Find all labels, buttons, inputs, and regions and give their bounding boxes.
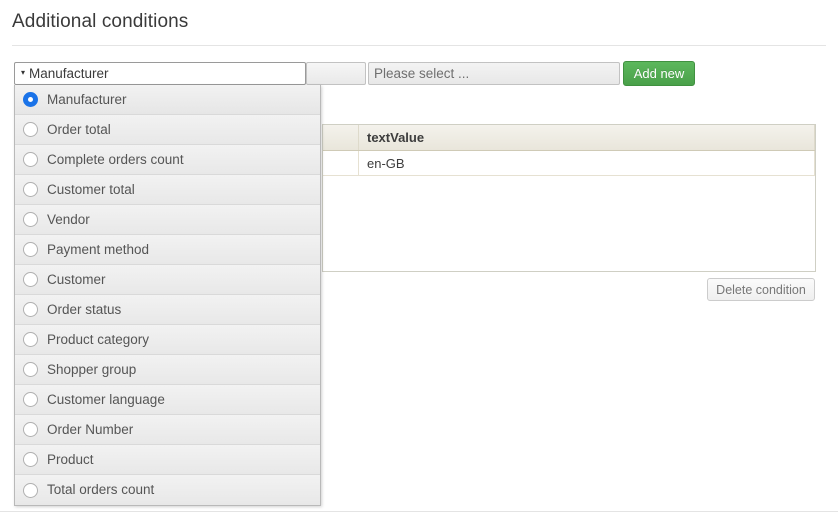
dropdown-item[interactable]: Order total bbox=[15, 115, 320, 145]
radio-unchecked-icon[interactable] bbox=[23, 482, 38, 498]
dropdown-item-label: Order status bbox=[47, 301, 122, 317]
add-new-button-label: Add new bbox=[633, 66, 685, 81]
title-divider bbox=[12, 45, 826, 46]
condition-value-select[interactable]: Please select ... bbox=[368, 62, 620, 85]
radio-unchecked-icon[interactable] bbox=[23, 152, 38, 167]
dropdown-item[interactable]: Vendor bbox=[15, 205, 320, 235]
table-header-row: textValue bbox=[323, 125, 815, 151]
dropdown-item-label: Customer bbox=[47, 271, 106, 287]
dropdown-item-label: Manufacturer bbox=[47, 91, 127, 107]
dropdown-item-label: Order total bbox=[47, 121, 111, 137]
radio-unchecked-icon[interactable] bbox=[23, 122, 38, 137]
chevron-down-icon: ▾ bbox=[21, 67, 26, 77]
dropdown-item[interactable]: Order status bbox=[15, 295, 320, 325]
table-cell-textvalue: en-GB bbox=[358, 150, 815, 176]
delete-condition-button[interactable]: Delete condition bbox=[707, 278, 815, 301]
dropdown-item-label: Vendor bbox=[47, 211, 90, 227]
dropdown-item-label: Order Number bbox=[47, 421, 134, 437]
condition-type-select-value: Manufacturer bbox=[29, 66, 109, 81]
dropdown-item[interactable]: Complete orders count bbox=[15, 145, 320, 175]
dropdown-item-label: Complete orders count bbox=[47, 151, 184, 167]
dropdown-item[interactable]: Total orders count bbox=[15, 475, 320, 505]
dropdown-item[interactable]: Order Number bbox=[15, 415, 320, 445]
page-title: Additional conditions bbox=[12, 11, 189, 32]
condition-operator-select[interactable] bbox=[306, 62, 366, 85]
table-row[interactable]: en-GB bbox=[323, 150, 815, 176]
radio-unchecked-icon[interactable] bbox=[23, 242, 38, 257]
dropdown-item-label: Product bbox=[47, 451, 94, 467]
dropdown-item-label: Total orders count bbox=[47, 482, 155, 498]
delete-condition-button-label: Delete condition bbox=[716, 282, 806, 297]
radio-unchecked-icon[interactable] bbox=[23, 362, 38, 377]
radio-unchecked-icon[interactable] bbox=[23, 392, 38, 407]
table-header-select bbox=[323, 125, 359, 151]
add-new-button[interactable]: Add new bbox=[623, 61, 695, 86]
radio-unchecked-icon[interactable] bbox=[23, 452, 38, 467]
dropdown-item[interactable]: Customer bbox=[15, 265, 320, 295]
condition-type-dropdown[interactable]: Manufacturer Order total Complete orders c… bbox=[14, 85, 321, 506]
condition-value-select-value: Please select ... bbox=[374, 66, 470, 81]
dropdown-item[interactable]: Shopper group bbox=[15, 355, 320, 385]
radio-unchecked-icon[interactable] bbox=[23, 332, 38, 347]
radio-unchecked-icon[interactable] bbox=[23, 422, 38, 437]
dropdown-item[interactable]: Customer total bbox=[15, 175, 320, 205]
radio-unchecked-icon[interactable] bbox=[23, 272, 38, 287]
radio-unchecked-icon[interactable] bbox=[23, 182, 38, 197]
bottom-divider bbox=[0, 511, 838, 512]
radio-checked-icon[interactable] bbox=[23, 92, 38, 107]
dropdown-item-label: Product category bbox=[47, 331, 150, 347]
radio-unchecked-icon[interactable] bbox=[23, 212, 38, 227]
dropdown-item[interactable]: Customer language bbox=[15, 385, 320, 415]
radio-unchecked-icon[interactable] bbox=[23, 302, 38, 317]
dropdown-item-label: Payment method bbox=[47, 241, 150, 257]
dropdown-item-label: Shopper group bbox=[47, 361, 137, 377]
condition-values-table: textValue en-GB bbox=[322, 124, 816, 272]
dropdown-item[interactable]: Product category bbox=[15, 325, 320, 355]
dropdown-item-label: Customer language bbox=[47, 391, 165, 407]
table-cell-select[interactable] bbox=[323, 150, 359, 176]
dropdown-item-label: Customer total bbox=[47, 181, 135, 197]
dropdown-item[interactable]: Manufacturer bbox=[15, 85, 320, 115]
table-header-textvalue: textValue bbox=[358, 125, 815, 151]
condition-type-select[interactable]: ▾ Manufacturer bbox=[14, 62, 306, 85]
dropdown-item[interactable]: Product bbox=[15, 445, 320, 475]
dropdown-item[interactable]: Payment method bbox=[15, 235, 320, 265]
